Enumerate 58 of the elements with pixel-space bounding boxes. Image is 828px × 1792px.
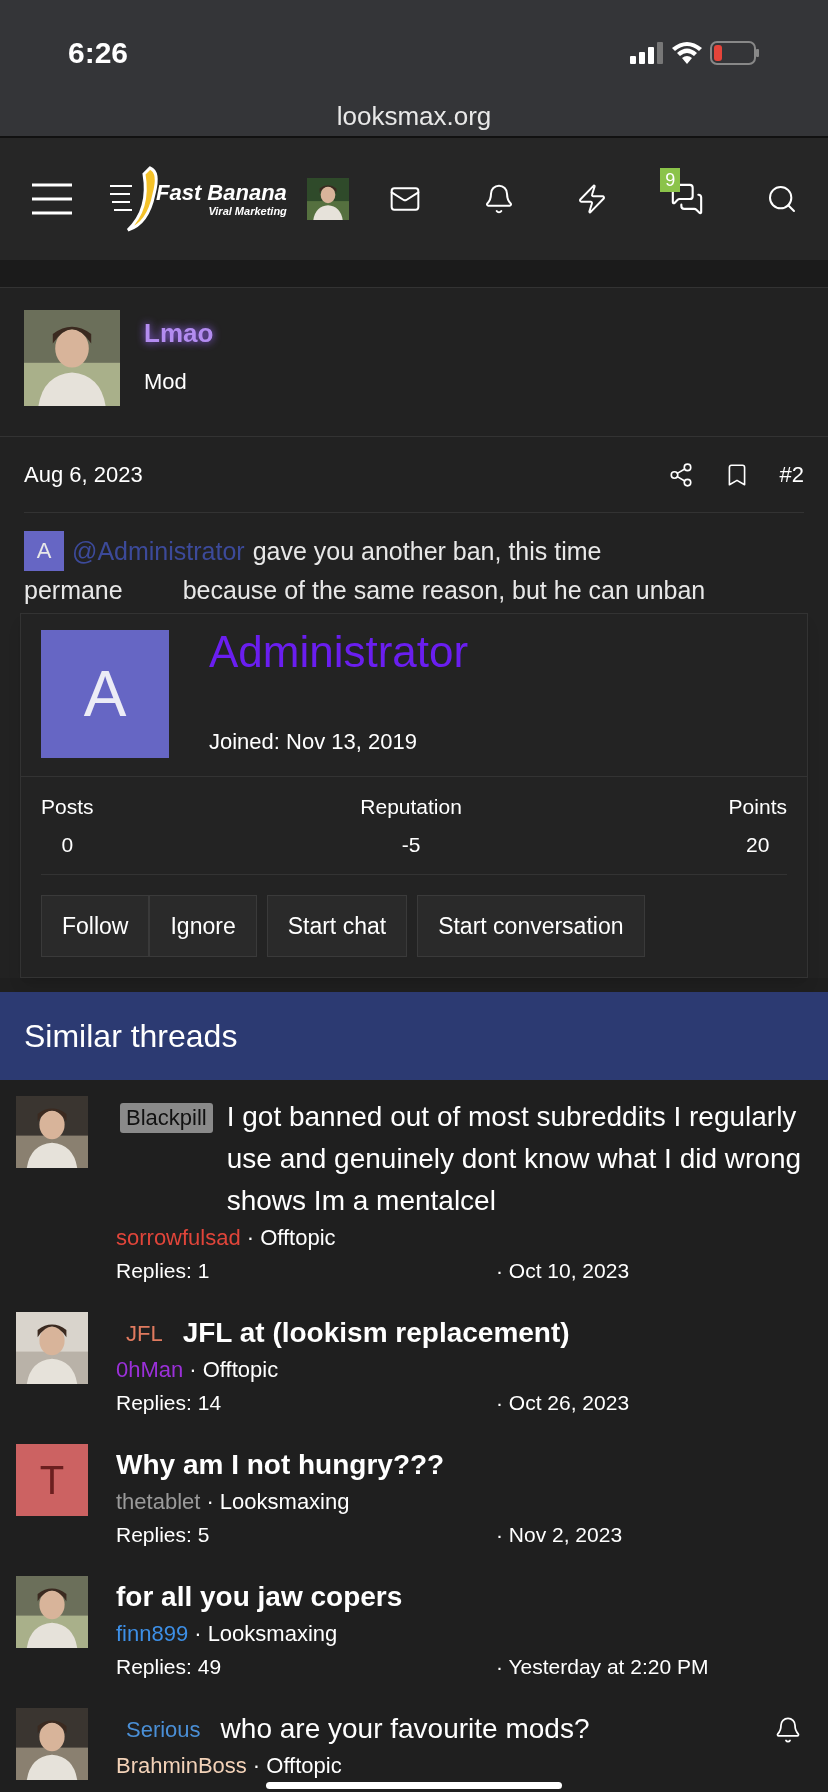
post-text: gave you another ban, this time <box>252 536 602 567</box>
logo[interactable]: Fast Banana Viral Marketing <box>110 164 287 234</box>
thread-forum[interactable]: · Looksmaxing <box>194 1618 338 1650</box>
thread-prefix[interactable]: Serious <box>120 1715 207 1745</box>
menu-icon[interactable] <box>30 182 74 216</box>
thread-date: · Oct 26, 2023 <box>496 1390 630 1416</box>
thread-forum[interactable]: · Offtopic <box>246 1222 336 1254</box>
thread-author[interactable]: thetablet <box>116 1486 201 1518</box>
profile-button[interactable]: Start conversation <box>417 895 645 957</box>
thread-forum[interactable]: · Offtopic <box>189 1354 279 1386</box>
thread-date: · Oct 10, 2023 <box>496 1258 630 1284</box>
thread-prefix[interactable]: Blackpill <box>120 1103 213 1133</box>
stat-value: 20 <box>746 831 770 858</box>
thread-title[interactable]: I got banned out of most subreddits I regularly use and genuinely dont know what I did wrong shows Im a mentalcel <box>226 1096 812 1222</box>
wifi-icon <box>672 41 702 64</box>
bell-icon[interactable] <box>774 1716 802 1744</box>
signal-icon <box>630 41 664 64</box>
post-date[interactable]: Aug 6, 2023 <box>24 458 668 491</box>
reply-count: Replies: 49 <box>116 1654 223 1680</box>
logo-title: Fast Banana <box>156 181 287 204</box>
thread-date: · Yesterday at 2:20 PM <box>496 1654 709 1680</box>
thread-forum[interactable]: · Offtopic <box>252 1750 342 1782</box>
thread-author[interactable]: finn899 <box>116 1618 189 1650</box>
profile-button[interactable]: Follow <box>41 895 150 957</box>
stat-label: Points <box>728 794 787 820</box>
reply-count: Replies: 1 <box>116 1258 211 1284</box>
stat-value: 0 <box>61 831 74 858</box>
avatar-letter: A <box>41 630 169 758</box>
thread-author[interactable]: sorrowfulsad <box>116 1222 241 1254</box>
stat-value: -5 <box>401 831 421 858</box>
reply-count: Replies: 14 <box>116 1390 223 1416</box>
thread-title[interactable]: JFL at (lookism replacement) <box>182 1312 812 1354</box>
post-number[interactable]: #2 <box>779 458 804 491</box>
mention-avatar: A <box>24 531 64 571</box>
stat-label: Posts <box>41 794 94 820</box>
stat-label: Reputation <box>360 794 462 820</box>
profile-button[interactable]: Start chat <box>266 895 408 957</box>
thread-title[interactable]: who are your favourite mods? <box>220 1708 812 1750</box>
thread-prefix[interactable]: JFL <box>120 1319 169 1349</box>
author-name[interactable]: Lmao <box>144 314 214 353</box>
profile-button[interactable]: Ignore <box>149 895 257 957</box>
avatar-letter: T <box>16 1444 88 1516</box>
thread-author[interactable]: BrahminBoss <box>116 1750 247 1782</box>
logo-subtitle: Viral Marketing <box>208 205 287 217</box>
url-text[interactable]: looksmax.org <box>336 97 492 136</box>
clock: 6:26 <box>68 35 129 71</box>
thread-date: · Nov 2, 2023 <box>496 1522 623 1548</box>
joined-date: Joined: Nov 13, 2019 <box>209 728 418 756</box>
thread-forum[interactable]: · Looksmaxing <box>206 1486 350 1518</box>
user-title: Mod <box>144 368 188 396</box>
battery-icon <box>710 40 760 65</box>
chat-badge: 9 <box>660 168 681 192</box>
section-title: Similar threads <box>24 1017 238 1056</box>
post-text: because of the same reason, but he can unban <box>182 575 706 606</box>
reply-count: Replies: 5 <box>116 1522 211 1548</box>
post-text: permane <box>24 575 123 606</box>
thread-title[interactable]: Why am I not hungry??? <box>116 1444 812 1486</box>
thread-title[interactable]: for all you jaw copers <box>116 1576 812 1618</box>
